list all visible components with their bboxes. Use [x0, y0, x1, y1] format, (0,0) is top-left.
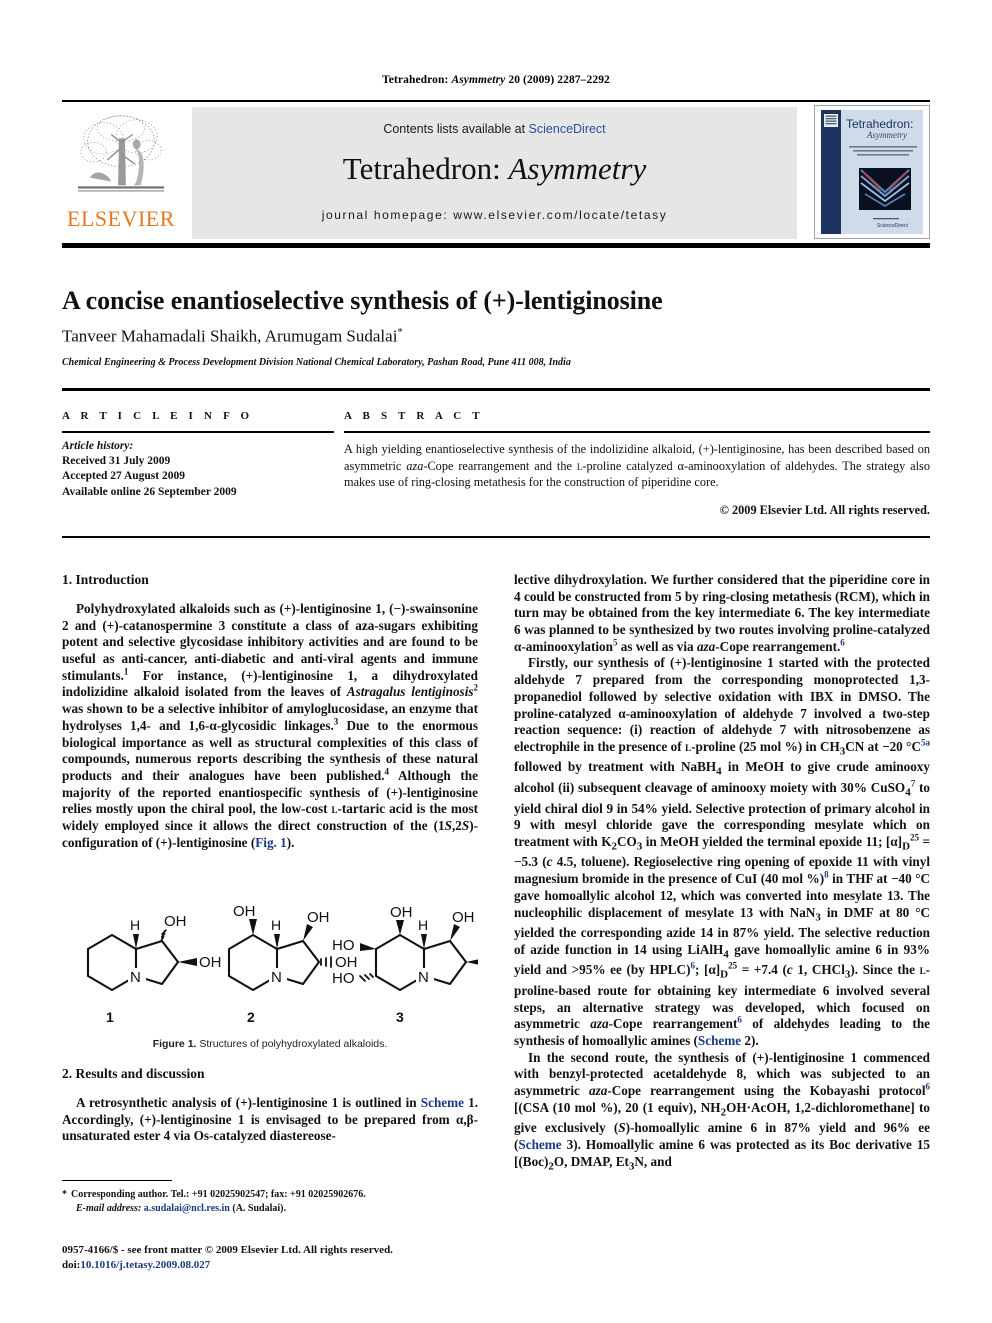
- running-head-citation: 20 (2009) 2287–2292: [508, 74, 610, 86]
- footnote-email-link[interactable]: a.sudalai@ncl.res.in: [144, 1203, 230, 1214]
- footnote-block: * Corresponding author. Tel.: +91 0202590…: [62, 1188, 478, 1216]
- abstract-text: A high yielding enantioselective synthes…: [344, 441, 930, 491]
- page-title: A concise enantioselective synthesis of …: [62, 286, 663, 315]
- running-head-journal: Tetrahedron:: [382, 74, 449, 86]
- journal-title: Tetrahedron: Asymmetry: [192, 151, 797, 187]
- svg-text:H: H: [130, 917, 140, 933]
- running-head: Tetrahedron: Asymmetry 20 (2009) 2287–22…: [0, 74, 992, 86]
- svg-text:OH: OH: [307, 909, 330, 926]
- paragraph-right-2: Firstly, our synthesis of (+)-lentiginos…: [514, 655, 931, 1048]
- svg-text:OH: OH: [164, 913, 187, 930]
- svg-text:H: H: [271, 917, 281, 933]
- paragraph-right-3: In the second route, the synthesis of (+…: [514, 1049, 931, 1173]
- title-rule: [62, 388, 930, 391]
- svg-text:Asymmetry: Asymmetry: [866, 130, 907, 140]
- journal-banner: Contents lists available at ScienceDirec…: [192, 107, 797, 239]
- elsevier-wordmark: ELSEVIER: [67, 206, 175, 231]
- history-label: Article history:: [62, 440, 134, 452]
- svg-text:HO: HO: [332, 937, 355, 954]
- figure-caption-label: Figure 1.: [152, 1038, 197, 1050]
- author-names: Tanveer Mahamadali Shaikh, Arumugam Suda…: [62, 326, 398, 346]
- section-heading-results: 2. Results and discussion: [62, 1066, 205, 1081]
- svg-text:OH: OH: [390, 904, 413, 921]
- cover-sciencedirect-label: ScienceDirect: [877, 223, 908, 229]
- journal-homepage: journal homepage: www.elsevier.com/locat…: [321, 208, 668, 222]
- journal-title-main: Tetrahedron:: [342, 151, 509, 186]
- svg-text:3: 3: [396, 1009, 404, 1025]
- footnote-email-label: E-mail address:: [76, 1203, 142, 1214]
- contents-prefix: Contents lists available at: [383, 122, 529, 136]
- svg-text:OH: OH: [233, 903, 256, 920]
- journal-article-page: Tetrahedron: Asymmetry 20 (2009) 2287–22…: [0, 0, 992, 1323]
- elsevier-tree-icon: [77, 115, 165, 192]
- svg-text:OH: OH: [452, 909, 475, 926]
- left-column-continued: 2. Results and discussion A retrosynthet…: [62, 1066, 478, 1145]
- imprint-block: 0957-4166/$ - see front matter © 2009 El…: [62, 1243, 522, 1273]
- svg-text:OH: OH: [199, 954, 222, 971]
- imprint-doi-line: doi:10.1016/j.tetasy.2009.08.027: [62, 1258, 522, 1273]
- article-info-heading: A R T I C L E I N F O: [62, 410, 254, 422]
- structure-row: N H OH OH 1 N H OH OH OH 2 N H OH HO HO …: [62, 898, 509, 1026]
- paragraph-right-1: lective dihydroxylation. We further cons…: [514, 572, 931, 654]
- footnote-email-owner: (A. Sudalai).: [232, 1203, 286, 1214]
- polyhydroxylated-alkaloid-structures-icon: N H OH OH 1 N H OH OH OH 2 N H OH HO HO …: [86, 903, 509, 1025]
- footnote-email-line: E-mail address: a.sudalai@ncl.res.in (A.…: [62, 1202, 478, 1216]
- figure-caption-text: Structures of polyhydroxylated alkaloids…: [196, 1038, 388, 1050]
- svg-text:1: 1: [106, 1009, 114, 1025]
- article-info-block: A R T I C L E I N F O Article history: R…: [62, 410, 334, 500]
- abstract-part-2: -Cope rearrangement and the: [423, 458, 577, 473]
- history-accepted: Accepted 27 August 2009: [62, 470, 185, 483]
- figure-caption: Figure 1. Structures of polyhydroxylated…: [62, 1038, 478, 1050]
- journal-title-italic: Asymmetry: [508, 151, 647, 186]
- abstract-block: A B S T R A C T A high yielding enantios…: [344, 410, 930, 518]
- svg-text:OH: OH: [335, 954, 358, 971]
- abstract-italic-aza: aza: [406, 458, 424, 473]
- affiliation: Chemical Engineering & Process Developme…: [62, 357, 571, 368]
- svg-text:2: 2: [247, 1009, 255, 1025]
- abstract-bottom-rule: [62, 536, 930, 538]
- article-info-rule: [62, 431, 334, 433]
- footnote-marker: *: [62, 1189, 67, 1200]
- svg-text:HO: HO: [332, 970, 355, 987]
- footnote-corresponding-author: * Corresponding author. Tel.: +91 0202590…: [62, 1188, 478, 1202]
- svg-text:N: N: [130, 969, 141, 986]
- left-column: 1. Introduction Polyhydroxylated alkaloi…: [62, 572, 478, 851]
- svg-text:N: N: [271, 969, 282, 986]
- abstract-rule: [344, 431, 930, 433]
- section-heading-introduction: 1. Introduction: [62, 572, 149, 587]
- running-head-journal-italic: Asymmetry: [451, 74, 506, 86]
- masthead: ELSEVIER Contents lists available at Sci…: [62, 103, 930, 240]
- footnote-rule: [62, 1180, 172, 1181]
- svg-text:H: H: [418, 917, 428, 933]
- figure-1: N H OH OH 1 N H OH OH OH 2 N H OH HO HO …: [62, 898, 509, 1026]
- abstract-copyright: © 2009 Elsevier Ltd. All rights reserved…: [719, 503, 930, 518]
- imprint-issn-line: 0957-4166/$ - see front matter © 2009 El…: [62, 1244, 393, 1256]
- footnote-corresponding-text: Corresponding author. Tel.: +91 02025902…: [71, 1189, 366, 1200]
- author-list: Tanveer Mahamadali Shaikh, Arumugam Suda…: [62, 326, 930, 347]
- corresponding-author-marker: *: [397, 326, 403, 338]
- paragraph-intro-1: Polyhydroxylated alkaloids such as (+)-l…: [62, 601, 479, 850]
- right-column: lective dihydroxylation. We further cons…: [514, 572, 930, 1174]
- doi-label: doi:: [62, 1258, 81, 1271]
- masthead-bottom-rule: [62, 243, 930, 248]
- sciencedirect-link[interactable]: ScienceDirect: [529, 122, 606, 136]
- paragraph-results-1: A retrosynthetic analysis of (+)-lentigi…: [62, 1095, 479, 1144]
- abstract-heading: A B S T R A C T: [344, 410, 484, 422]
- doi-link[interactable]: 10.1016/j.tetasy.2009.08.027: [80, 1259, 210, 1271]
- svg-text:Tetrahedron:: Tetrahedron:: [846, 117, 913, 131]
- history-available-online: Available online 26 September 2009: [62, 485, 237, 498]
- elsevier-logo: ELSEVIER: [62, 107, 180, 239]
- masthead-top-rule: [62, 100, 930, 102]
- cover-artwork-icon: Tetrahedron: Asymmetry ScienceDirect: [815, 106, 929, 238]
- contents-line: Contents lists available at ScienceDirec…: [192, 122, 797, 136]
- history-received: Received 31 July 2009: [62, 455, 171, 468]
- svg-text:N: N: [418, 969, 429, 986]
- article-history: Article history: Received 31 July 2009 A…: [62, 439, 334, 500]
- journal-cover-thumbnail: Tetrahedron: Asymmetry ScienceDirect: [814, 105, 930, 239]
